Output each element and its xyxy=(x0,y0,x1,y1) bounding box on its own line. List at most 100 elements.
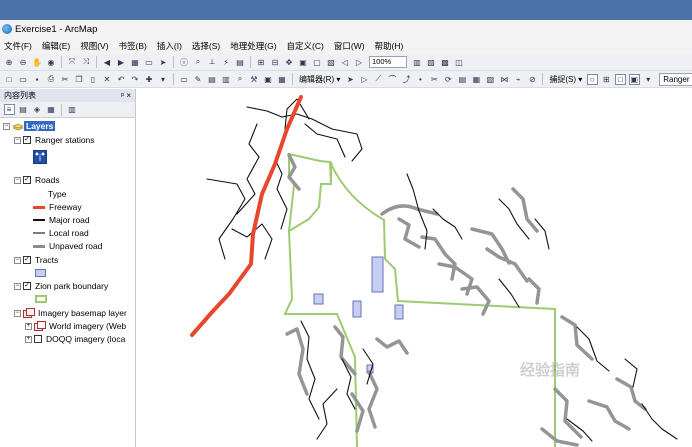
edge-snapping-icon[interactable]: ▣ xyxy=(628,73,640,85)
editor-toolbar-icon[interactable]: ✎ xyxy=(193,74,204,85)
list-by-selection-icon[interactable]: ▦ xyxy=(46,104,57,115)
snapping-menu[interactable]: 捕捉(S) ▾ xyxy=(549,74,582,85)
collapse-icon[interactable]: − xyxy=(14,176,21,184)
expand-icon[interactable]: + xyxy=(25,335,32,343)
toc-pin-close[interactable]: ᵖ × xyxy=(121,91,131,100)
identify-icon[interactable]: ⓘ xyxy=(179,57,190,68)
layout-back-icon[interactable]: ◁ xyxy=(340,57,351,68)
forward-arrow-icon[interactable]: ▶ xyxy=(116,57,127,68)
reshape-icon[interactable]: ⌁ xyxy=(513,74,524,85)
edit-tool-icon[interactable]: ➤ xyxy=(345,74,356,85)
menu-bookmarks[interactable]: 书签(B) xyxy=(119,40,147,52)
back-arrow-icon[interactable]: ◀ xyxy=(102,57,113,68)
clear-selection-icon[interactable]: ▭ xyxy=(144,57,155,68)
layout-zoom-out-icon[interactable]: ⊟ xyxy=(270,57,281,68)
change-layout-icon[interactable]: ▩ xyxy=(440,57,451,68)
collapse-icon[interactable]: − xyxy=(14,136,21,144)
measure-icon[interactable]: ⟂ xyxy=(207,57,218,68)
fixed-zoom-in-icon[interactable]: ⤧ xyxy=(67,57,78,68)
layout-fixed-zoom-icon[interactable]: ▧ xyxy=(326,57,337,68)
menu-insert[interactable]: 插入(I) xyxy=(157,40,182,52)
ranger-stations-row[interactable]: − ✓ Ranger stations xyxy=(14,135,95,145)
tracts-row[interactable]: − ✓ Tracts xyxy=(14,255,58,265)
visibility-checkbox[interactable] xyxy=(34,335,42,343)
scale-box-icon[interactable]: ▭ xyxy=(179,74,190,85)
zoom-out-icon[interactable]: ⊖ xyxy=(18,57,29,68)
select-features-icon[interactable]: ▦ xyxy=(130,57,141,68)
print-icon[interactable]: ⎙ xyxy=(46,74,57,85)
topology-icon[interactable]: ⋈ xyxy=(499,74,510,85)
visibility-checkbox[interactable]: ✓ xyxy=(23,136,31,144)
menu-customize[interactable]: 自定义(C) xyxy=(287,40,324,52)
toc-options-icon[interactable]: ▥ xyxy=(67,104,78,115)
editor-menu[interactable]: 编辑器(R) ▾ xyxy=(299,74,340,85)
python-icon[interactable]: ▣ xyxy=(263,74,274,85)
redo-icon[interactable]: ↷ xyxy=(130,74,141,85)
cut-polygons-icon[interactable]: ⊘ xyxy=(527,74,538,85)
table-of-contents-icon[interactable]: ▤ xyxy=(207,74,218,85)
imagery-group-row[interactable]: − Imagery basemap layer xyxy=(14,308,127,318)
map-display[interactable] xyxy=(137,89,692,447)
menu-view[interactable]: 视图(V) xyxy=(80,40,108,52)
list-by-visibility-icon[interactable]: ◈ xyxy=(32,104,43,115)
search-icon[interactable]: ⌕ xyxy=(235,74,246,85)
html-popup-icon[interactable]: ▤ xyxy=(235,57,246,68)
trace-icon[interactable]: ⤴ xyxy=(401,74,412,85)
ranger-stations-template[interactable]: Ranger sta xyxy=(659,72,692,86)
attributes-icon[interactable]: ▤ xyxy=(457,74,468,85)
layout-forward-icon[interactable]: ▷ xyxy=(354,57,365,68)
edit-annotation-icon[interactable]: ▷ xyxy=(359,74,370,85)
layers-row[interactable]: − Layers xyxy=(3,121,56,131)
visibility-checkbox[interactable]: ✓ xyxy=(23,176,31,184)
data-driven-pages-icon[interactable]: ◫ xyxy=(454,57,465,68)
world-imagery-row[interactable]: + World imagery (Web xyxy=(25,321,126,331)
pan-icon[interactable]: ✋ xyxy=(32,57,43,68)
vertex-snapping-icon[interactable]: □ xyxy=(614,73,626,85)
visibility-checkbox[interactable]: ✓ xyxy=(23,256,31,264)
point-icon[interactable]: • xyxy=(415,74,426,85)
cut-icon[interactable]: ✂ xyxy=(60,74,71,85)
paste-icon[interactable]: ▯ xyxy=(88,74,99,85)
list-by-drawing-order-icon[interactable]: ≡ xyxy=(3,104,15,115)
layout-zoom-percent[interactable]: 100% xyxy=(369,56,407,68)
zion-boundary-row[interactable]: − ✓ Zion park boundary xyxy=(14,281,108,291)
copy-icon[interactable]: ❐ xyxy=(74,74,85,85)
save-icon[interactable]: ▪ xyxy=(32,74,43,85)
fixed-zoom-out-icon[interactable]: ⤨ xyxy=(81,57,92,68)
point-snapping-icon[interactable]: ○ xyxy=(586,73,598,85)
catalog-icon[interactable]: ▥ xyxy=(221,74,232,85)
collapse-icon[interactable]: − xyxy=(14,282,21,290)
collapse-icon[interactable]: − xyxy=(3,122,10,130)
menu-edit[interactable]: 编辑(E) xyxy=(42,40,70,52)
menu-windows[interactable]: 窗口(W) xyxy=(334,40,365,52)
zoom-in-icon[interactable]: ⊕ xyxy=(4,57,15,68)
new-document-icon[interactable]: □ xyxy=(4,74,15,85)
menu-geoprocessing[interactable]: 地理处理(G) xyxy=(230,40,276,52)
layout-pan-icon[interactable]: ✥ xyxy=(284,57,295,68)
focus-data-frame-icon[interactable]: ▨ xyxy=(426,57,437,68)
toggle-draft-icon[interactable]: ▥ xyxy=(412,57,423,68)
zoom-100-icon[interactable]: ▢ xyxy=(312,57,323,68)
menu-file[interactable]: 文件(F) xyxy=(4,40,32,52)
create-features-icon[interactable]: ▧ xyxy=(485,74,496,85)
sketch-properties-icon[interactable]: ▦ xyxy=(471,74,482,85)
split-icon[interactable]: ✂ xyxy=(429,74,440,85)
doqq-imagery-row[interactable]: + DOQQ imagery (loca xyxy=(25,334,125,344)
straight-segment-icon[interactable]: ⟋ xyxy=(373,74,384,85)
visibility-checkbox[interactable]: ✓ xyxy=(23,282,31,290)
collapse-icon[interactable]: − xyxy=(14,309,21,317)
full-extent-icon[interactable]: ◉ xyxy=(46,57,57,68)
zoom-whole-page-icon[interactable]: ▣ xyxy=(298,57,309,68)
menu-help[interactable]: 帮助(H) xyxy=(375,40,404,52)
collapse-icon[interactable]: − xyxy=(14,256,21,264)
modelbuilder-icon[interactable]: ▦ xyxy=(277,74,288,85)
endpoint-arc-icon[interactable]: ⌒ xyxy=(387,74,398,85)
add-data-icon[interactable]: ✚ xyxy=(144,74,155,85)
arctoolbox-icon[interactable]: ⚒ xyxy=(249,74,260,85)
list-by-source-icon[interactable]: ▤ xyxy=(18,104,29,115)
end-snapping-icon[interactable]: ⊞ xyxy=(601,74,612,85)
rotate-icon[interactable]: ⟳ xyxy=(443,74,454,85)
chevron-down-icon[interactable]: ▾ xyxy=(158,74,169,85)
roads-row[interactable]: − ✓ Roads xyxy=(14,175,60,185)
menu-selection[interactable]: 选择(S) xyxy=(192,40,220,52)
